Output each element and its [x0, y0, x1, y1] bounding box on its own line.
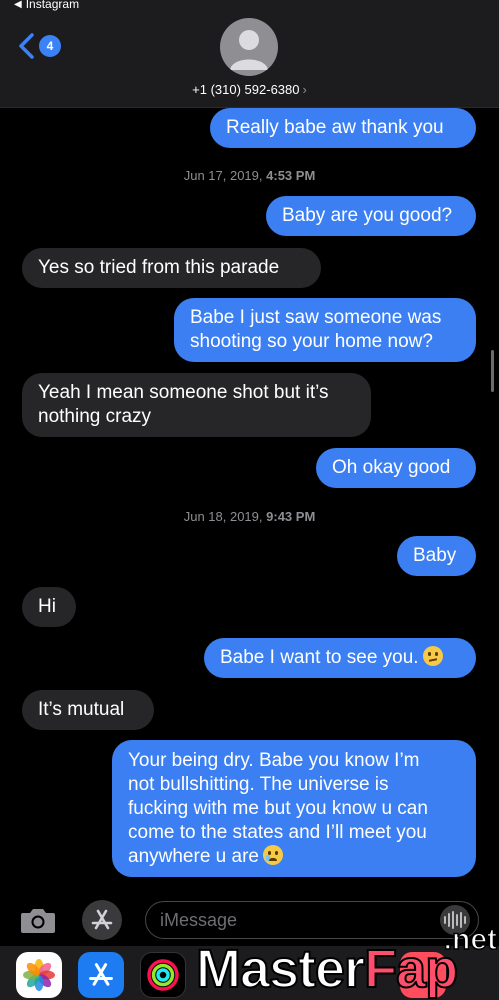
message-received[interactable]: Hi — [22, 587, 76, 627]
message-text: Baby — [413, 545, 457, 566]
message-text-line: Yeah I mean someone shot but it’s — [38, 382, 329, 403]
message-text: Hi — [38, 596, 56, 617]
message-text-line: nothing crazy — [38, 406, 152, 427]
timestamp-date: Jun 17, 2019, — [183, 168, 263, 183]
message-text-line: Babe I just saw someone was — [190, 307, 442, 328]
message-text: Oh okay good — [332, 457, 451, 478]
message-text: Really babe aw thank you — [226, 117, 444, 138]
contact-avatar[interactable] — [220, 18, 278, 76]
activity-rings-icon — [147, 959, 179, 991]
watermark-text: MasterFap — [195, 938, 459, 1000]
app-store-icon — [89, 963, 113, 986]
timestamp-time: 4:53 PM — [266, 168, 316, 183]
watermark-logo: MasterFap .net — [195, 922, 499, 1000]
timestamp: Jun 18, 2019, 9:43 PM — [0, 509, 499, 524]
chevron-left-icon — [19, 33, 34, 59]
message-input[interactable] — [145, 901, 479, 939]
message-received[interactable]: Yes so tried from this parade — [22, 248, 321, 288]
message-sent[interactable]: Really babe aw thank you — [210, 108, 476, 148]
photos-app-icon[interactable] — [16, 952, 62, 998]
message-text-line: shooting so your home now? — [190, 331, 433, 352]
return-to-app[interactable]: ◀ Instagram — [14, 0, 79, 11]
app-store-icon — [91, 909, 113, 930]
contact-number: +1 (310) 592-6380 — [192, 82, 300, 97]
return-app-label: Instagram — [25, 0, 80, 11]
back-triangle-icon: ◀ — [14, 0, 22, 10]
message-received[interactable]: It’s mutual — [22, 690, 154, 730]
watermark-suffix: .net — [443, 922, 498, 957]
message-text-line: not bullshitting. The universe is — [128, 774, 389, 795]
message-text: It’s mutual — [38, 699, 125, 720]
app-store-app-icon[interactable] — [78, 952, 124, 998]
message-sent[interactable]: Your being dry. Babe you know I’m not bu… — [112, 740, 476, 877]
person-icon — [230, 30, 268, 70]
message-sent[interactable]: Oh okay good — [316, 448, 476, 488]
scroll-indicator[interactable] — [491, 350, 494, 392]
message-text-line: Your being dry. Babe you know I’m — [128, 750, 420, 771]
contact-number-button[interactable]: +1 (310) 592-6380 › — [0, 82, 499, 97]
unread-count-badge: 4 — [39, 35, 61, 57]
watermark-part: Master — [195, 938, 366, 1000]
message-sent[interactable]: Baby — [397, 536, 476, 576]
back-button[interactable]: 4 — [18, 33, 61, 59]
message-sent[interactable]: Babe I just saw someone was shooting so … — [174, 298, 476, 362]
timestamp: Jun 17, 2019, 4:53 PM — [0, 168, 499, 183]
message-sent[interactable]: Baby are you good? — [266, 196, 476, 236]
photos-icon — [23, 959, 55, 991]
app-store-button[interactable] — [82, 900, 122, 940]
message-sent[interactable]: Babe I want to see you. — [204, 638, 476, 678]
message-text-line: fucking with me but you know u can — [128, 798, 428, 819]
message-text: Baby are you good? — [282, 205, 453, 226]
message-text: Yes so tried from this parade — [38, 257, 280, 278]
camera-icon[interactable] — [18, 904, 58, 936]
message-received[interactable]: Yeah I mean someone shot but it’s nothin… — [22, 373, 371, 437]
activity-app-icon[interactable] — [140, 952, 186, 998]
chevron-right-icon: › — [302, 82, 307, 97]
message-text-line: anywhere u are — [128, 846, 259, 867]
message-text-line: come to the states and I’ll meet you — [128, 822, 427, 843]
confused-face-icon — [422, 646, 443, 666]
crying-face-icon — [262, 845, 283, 865]
message-text: Babe I want to see you. — [220, 647, 419, 668]
timestamp-date: Jun 18, 2019, — [183, 509, 263, 524]
conversation-header: ◀ Instagram 4 +1 (310) 592-6380 › — [0, 0, 499, 108]
timestamp-time: 9:43 PM — [266, 509, 316, 524]
